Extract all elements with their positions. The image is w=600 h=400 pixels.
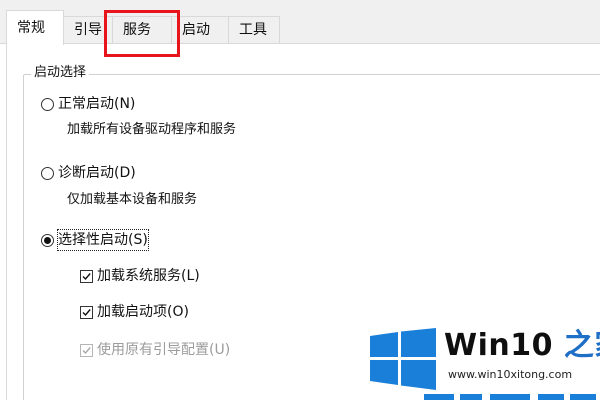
watermark-url: www.win10xitong.com (448, 368, 573, 381)
watermark-brand-prefix: Win10 (444, 328, 553, 363)
load-startup-items-label: 加载启动项(O) (97, 304, 189, 320)
load-system-services-label: 加载系统服务(L) (97, 268, 200, 284)
normal-startup-label: 正常启动(N) (58, 96, 136, 112)
panel-border (6, 44, 7, 400)
diagnostic-startup-label: 诊断启动(D) (58, 165, 136, 181)
radio-diagnostic-startup[interactable]: 诊断启动(D) (41, 163, 136, 183)
selective-startup-label: 选择性启动(S) (57, 229, 149, 251)
checkbox-load-startup-items[interactable]: 加载启动项(O) (80, 302, 189, 322)
radio-button-checked[interactable] (41, 233, 54, 247)
windows-logo-icon (370, 328, 436, 390)
tab-strip-divider (0, 43, 600, 44)
radio-button-unchecked[interactable] (41, 97, 54, 111)
normal-startup-description: 加载所有设备驱动程序和服务 (67, 122, 237, 137)
diagnostic-startup-description: 仅加载基本设备和服务 (67, 192, 198, 207)
checkmark-icon (82, 308, 91, 316)
checkbox-load-system-services[interactable]: 加载系统服务(L) (80, 266, 200, 286)
use-original-boot-config-label: 使用原有引导配置(U) (97, 342, 231, 358)
radio-button-unchecked[interactable] (41, 166, 54, 180)
checkmark-icon (82, 346, 91, 354)
system-configuration-window: 常规 引导 服务 启动 工具 启动选择 正常启动(N) 加载所有设备驱动程序和服… (0, 0, 600, 400)
checkbox-checked[interactable] (80, 269, 93, 283)
checkbox-checked[interactable] (80, 305, 93, 319)
watermark-brand-suffix: 之家 (563, 328, 600, 363)
startup-selection-title: 启动选择 (31, 64, 90, 82)
checkbox-use-original-boot-config: 使用原有引导配置(U) (80, 340, 230, 360)
watermark-decoration (424, 394, 596, 400)
win10-watermark-logo: Win10 之家 www.win10xitong.com (360, 324, 600, 400)
radio-selective-startup[interactable]: 选择性启动(S) (41, 229, 149, 251)
checkbox-checked-disabled (80, 343, 93, 357)
watermark-brand: Win10 之家 (444, 328, 600, 364)
radio-normal-startup[interactable]: 正常启动(N) (41, 94, 135, 114)
checkmark-icon (82, 272, 91, 280)
tab-general[interactable]: 常规 (6, 10, 64, 45)
tab-tools[interactable]: 工具 (228, 16, 280, 43)
services-tab-highlight (104, 10, 180, 57)
